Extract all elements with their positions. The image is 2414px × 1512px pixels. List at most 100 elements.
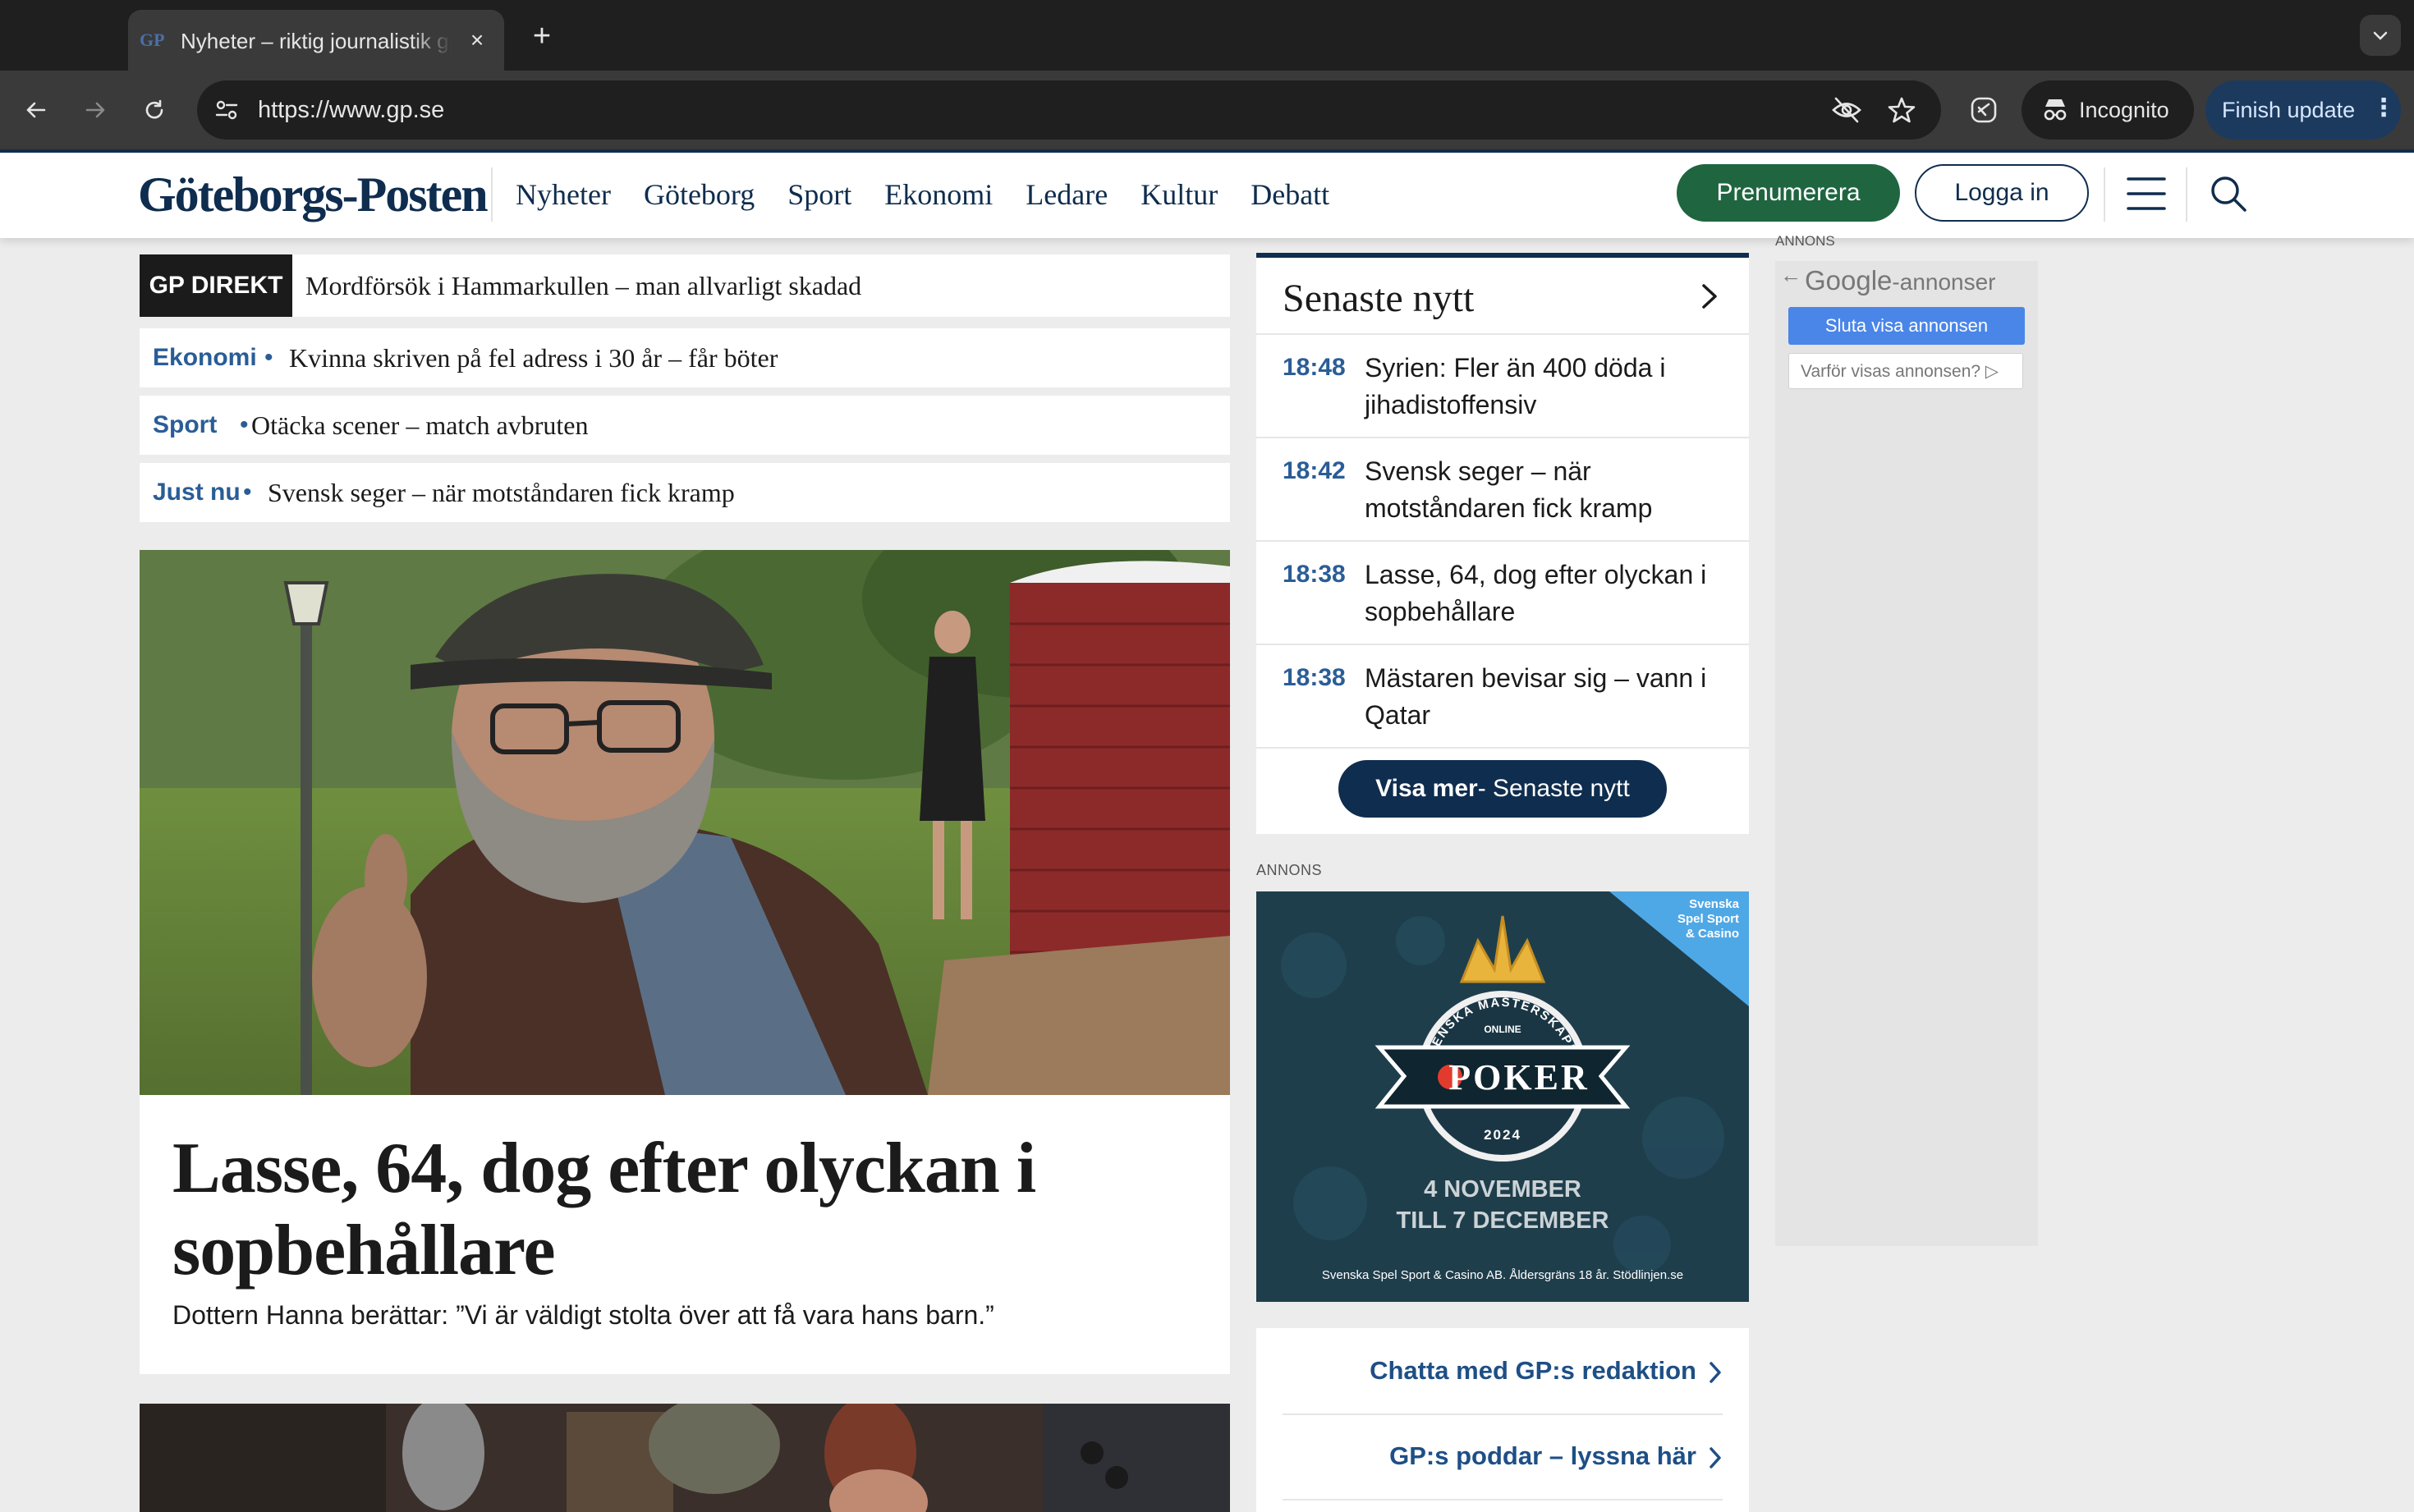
second-article-photo[interactable]: [140, 1404, 1230, 1512]
why-this-ad-button[interactable]: Varför visas annonsen? ▷: [1788, 353, 2023, 389]
latest-news-title[interactable]: Lasse, 64, dog efter olyckan i sopbehåll…: [1365, 557, 1726, 630]
chevron-right-icon[interactable]: [1700, 282, 1719, 310]
ticker-category[interactable]: Just nu: [153, 463, 241, 522]
more-menu-icon[interactable]: ⋮: [2371, 94, 2396, 123]
stop-showing-ad-button[interactable]: Sluta visa annonsen: [1788, 307, 2025, 345]
nav-item-sport[interactable]: Sport: [787, 176, 851, 213]
chevron-down-icon: [2373, 31, 2388, 40]
ticker-category[interactable]: Ekonomi: [153, 328, 257, 387]
show-more-bold: Visa mer: [1375, 775, 1478, 802]
bookmark-star-icon[interactable]: [1887, 95, 1916, 125]
latest-news-title[interactable]: Svensk seger – när motståndaren fick kra…: [1365, 453, 1726, 527]
browser-tab-bar: GP Nyheter – riktig journalistik gp × +: [0, 0, 2414, 71]
hero-headline[interactable]: Lasse, 64, dog efter olyckan i sopbehåll…: [172, 1128, 1191, 1292]
latest-news-title[interactable]: Mästaren bevisar sig – vann i Qatar: [1365, 660, 1726, 734]
google-brand: Google: [1805, 265, 1893, 296]
site-info-icon[interactable]: [213, 97, 240, 123]
latest-news-title[interactable]: Syrien: Fler än 400 döda i jihadistoffen…: [1365, 350, 1726, 424]
poker-advertisement[interactable]: Svenska Spel Sport & Casino SVENSKA MÄST…: [1256, 891, 1749, 1302]
ticker-item[interactable]: Ekonomi • Kvinna skriven på fel adress i…: [140, 328, 1230, 387]
header-divider: [2104, 167, 2105, 222]
ad-corner-line: Svenska: [1689, 897, 1740, 911]
arrow-left-icon[interactable]: ←: [1780, 263, 1801, 288]
quick-link-label[interactable]: GP:s poddar – lyssna här: [1389, 1438, 1696, 1474]
latest-news-time: 18:38: [1283, 561, 1346, 588]
gp-favicon-icon: GP: [140, 30, 165, 50]
tab-search-button[interactable]: [2360, 15, 2401, 56]
ad-footer: Svenska Spel Sport & Casino AB. Åldersgr…: [1322, 1268, 1683, 1282]
quick-links-box: Chatta med GP:s redaktion GP:s poddar – …: [1256, 1328, 1749, 1512]
nav-item-ekonomi[interactable]: Ekonomi: [884, 176, 993, 213]
gp-direkt-badge: GP DIREKT: [140, 254, 292, 317]
latest-news-heading[interactable]: Senaste nytt: [1283, 274, 1474, 323]
gp-direkt-row[interactable]: GP DIREKT Mordförsök i Hammarkullen – ma…: [140, 254, 1230, 317]
finish-update-button[interactable]: Finish update ⋮: [2205, 80, 2401, 140]
nav-item-ledare[interactable]: Ledare: [1026, 176, 1108, 213]
latest-news-item[interactable]: 18:48 Syrien: Fler än 400 döda i jihadis…: [1256, 333, 1749, 437]
site-header: Göteborgs-Posten Nyheter Göteborg Sport …: [0, 149, 2414, 238]
latest-news-time: 18:48: [1283, 354, 1346, 381]
ticker-separator: •: [240, 411, 249, 438]
ticker-headline[interactable]: Otäcka scener – match avbruten: [251, 396, 588, 455]
nav-item-goteborg[interactable]: Göteborg: [644, 176, 755, 213]
ticker-headline[interactable]: Svensk seger – när motståndaren fick kra…: [268, 463, 735, 522]
incognito-icon: [2044, 99, 2067, 121]
eye-off-icon[interactable]: [1831, 95, 1862, 125]
ad-label: ANNONS: [1256, 862, 1323, 878]
ad-poker-word: POKER: [1448, 1057, 1589, 1097]
google-ad-slot: ANNONS ← Google-annonser Sluta visa anno…: [1775, 233, 2038, 1246]
extension-icon[interactable]: [1967, 94, 2000, 126]
quick-link[interactable]: Chatta med GP:s redaktion: [1283, 1328, 1723, 1415]
reload-button[interactable]: [135, 90, 174, 130]
arrow-right-icon: [85, 102, 105, 118]
ticker-headline[interactable]: Kvinna skriven på fel adress i 30 år – f…: [289, 328, 778, 387]
ticker-category[interactable]: Sport: [153, 396, 217, 455]
latest-news-item[interactable]: 18:38 Lasse, 64, dog efter olyckan i sop…: [1256, 540, 1749, 644]
tab-title: Nyheter – riktig journalistik gp: [181, 29, 452, 53]
ad-date-line: 4 NOVEMBER: [1424, 1176, 1581, 1203]
show-more-latest-button[interactable]: Visa mer- Senaste nytt: [1338, 760, 1667, 818]
latest-news-time: 18:38: [1283, 664, 1346, 691]
quick-link-label[interactable]: Chatta med GP:s redaktion: [1370, 1353, 1696, 1389]
browser-toolbar: https://www.gp.se Incognito Finish updat…: [0, 71, 2414, 149]
nav-item-kultur[interactable]: Kultur: [1140, 176, 1218, 213]
quick-link[interactable]: GP:s poddar – lyssna här: [1283, 1413, 1723, 1501]
hamburger-menu-icon[interactable]: [2127, 176, 2166, 212]
finish-update-label: Finish update: [2222, 98, 2356, 122]
latest-news-item[interactable]: 18:38 Mästaren bevisar sig – vann i Qata…: [1256, 644, 1749, 749]
search-icon[interactable]: [2209, 174, 2248, 213]
google-brand-suffix: -annonser: [1892, 269, 1996, 295]
url-text: https://www.gp.se: [258, 97, 445, 123]
login-button[interactable]: Logga in: [1915, 164, 2089, 222]
second-photo-illustration: [140, 1404, 1230, 1512]
ticker-item[interactable]: Just nu • Svensk seger – när motståndare…: [140, 463, 1230, 522]
browser-tab[interactable]: GP Nyheter – riktig journalistik gp ×: [128, 10, 504, 71]
google-ads-brand: Google-annonser: [1805, 264, 1996, 299]
ad-online-text: ONLINE: [1484, 1024, 1521, 1035]
incognito-chip[interactable]: Incognito: [2022, 80, 2194, 140]
ad-corner-line: Spel Sport: [1677, 912, 1739, 926]
arrow-left-icon: [26, 102, 46, 118]
latest-news-panel: Senaste nytt 18:48 Syrien: Fler än 400 d…: [1256, 253, 1749, 834]
gp-direkt-headline[interactable]: Mordförsök i Hammarkullen – man allvarli…: [305, 254, 861, 317]
nav-item-debatt[interactable]: Debatt: [1251, 176, 1329, 213]
hero-photo[interactable]: [140, 550, 1230, 1095]
address-bar[interactable]: https://www.gp.se: [197, 80, 1941, 140]
ticker-item[interactable]: Sport • Otäcka scener – match avbruten: [140, 396, 1230, 455]
close-tab-icon[interactable]: ×: [463, 26, 491, 54]
subscribe-button[interactable]: Prenumerera: [1677, 164, 1900, 222]
hero-subheadline: Dottern Hanna berättar: ”Vi är väldigt s…: [172, 1300, 994, 1330]
forward-button[interactable]: [76, 90, 115, 130]
latest-news-item[interactable]: 18:42 Svensk seger – när motståndaren fi…: [1256, 437, 1749, 540]
hero-article[interactable]: Lasse, 64, dog efter olyckan i sopbehåll…: [140, 550, 1230, 1374]
gp-logo[interactable]: Göteborgs-Posten: [138, 166, 489, 223]
new-tab-button[interactable]: +: [525, 20, 558, 53]
latest-news-time: 18:42: [1283, 457, 1346, 484]
back-button[interactable]: [16, 90, 56, 130]
main-nav: Nyheter Göteborg Sport Ekonomi Ledare Ku…: [491, 167, 1362, 222]
hero-photo-illustration: [140, 550, 1230, 1095]
poker-ad-graphic: Svenska Spel Sport & Casino SVENSKA MÄST…: [1256, 891, 1749, 1302]
ad-label: ANNONS: [1775, 233, 1835, 249]
nav-item-nyheter[interactable]: Nyheter: [516, 176, 611, 213]
header-divider: [2186, 167, 2187, 222]
